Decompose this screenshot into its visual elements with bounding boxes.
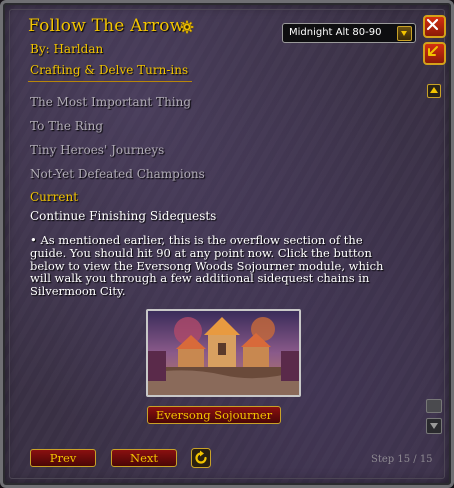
eversong-zone-image [146,309,301,397]
scroll-up-button[interactable] [427,84,441,98]
profile-dropdown[interactable]: Midnight Alt 80-90 [282,23,416,43]
scrollbar-thumb[interactable] [426,399,442,413]
next-button[interactable]: Next [111,449,177,467]
step-item[interactable]: To The Ring [30,119,103,133]
guide-author: By: Harldan [30,42,104,56]
close-icon [426,18,439,31]
profile-dropdown-value: Midnight Alt 80-90 [289,27,382,38]
prev-button[interactable]: Prev [30,449,96,467]
close-button[interactable] [423,15,446,38]
refresh-icon[interactable] [191,448,211,468]
scroll-down-button[interactable] [426,418,442,434]
step-description: • As mentioned earlier, this is the over… [30,233,384,299]
current-step-title: Continue Finishing Sidequests [30,209,217,223]
guide-title: Follow The Arrow [28,16,185,36]
step-counter: Step 15 / 15 [371,454,433,465]
guide-category: Crafting & Delve Turn-ins [30,63,189,77]
eversong-sojourner-button[interactable]: Eversong Sojourner [147,406,281,424]
current-step-label: Current [30,190,79,204]
chevron-down-icon[interactable] [397,26,412,41]
gear-icon[interactable] [180,20,194,34]
step-item[interactable]: Not-Yet Defeated Champions [30,167,205,181]
back-arrow-icon [428,46,438,56]
step-item[interactable]: The Most Important Thing [30,95,191,109]
back-button[interactable] [423,42,446,65]
step-item[interactable]: Tiny Heroes' Journeys [30,143,164,157]
guide-window: Follow The Arrow By: Harldan Crafting & … [0,0,454,488]
zone-illustration [148,311,299,395]
category-underline [28,81,192,82]
